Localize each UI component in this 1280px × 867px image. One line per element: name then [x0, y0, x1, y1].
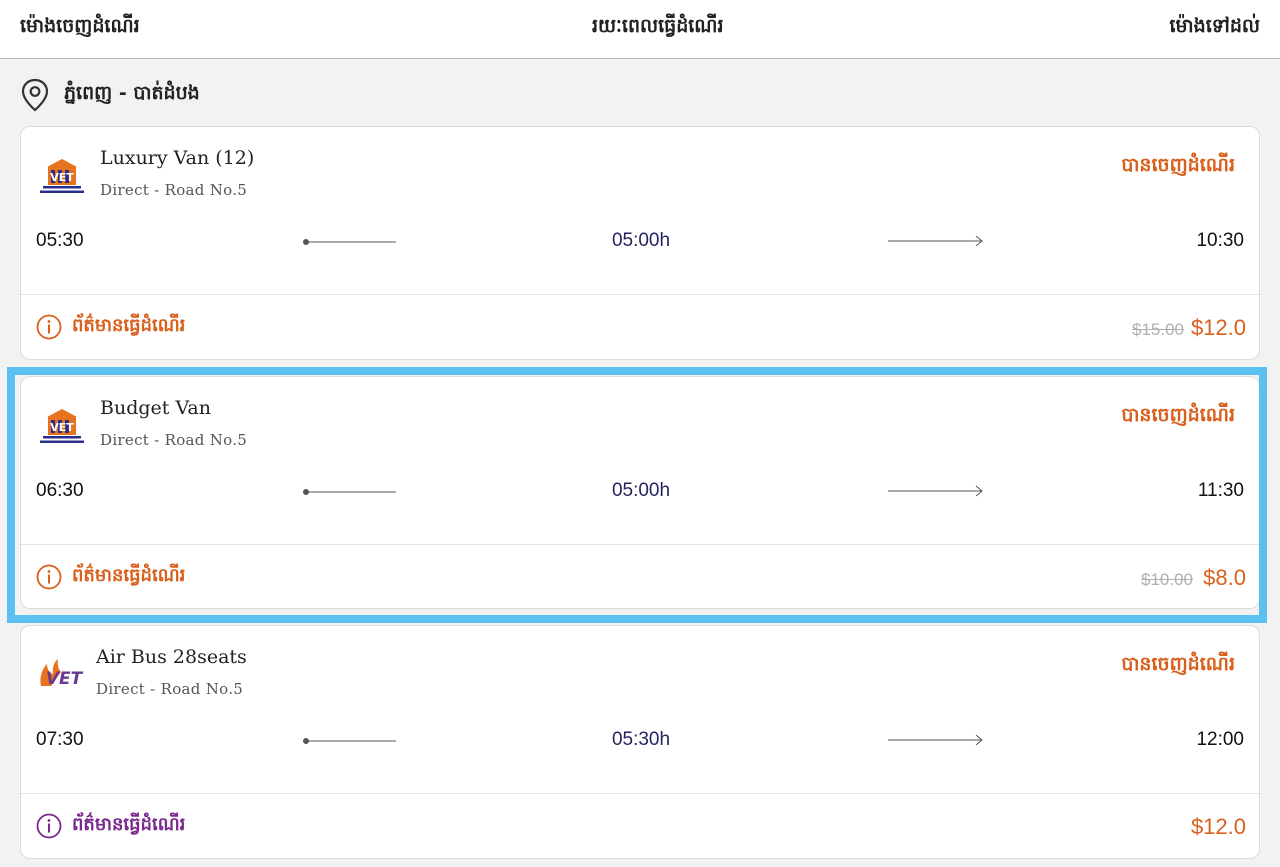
vet-building-logo: VET	[40, 409, 84, 443]
arrival-time: 12:00	[1196, 729, 1244, 750]
svg-text:VET: VET	[46, 669, 84, 689]
results-header: ម៉ោងចេញដំណើរ រយៈពេលធ្វើដំណើរ ម៉ោងទៅដល់	[0, 0, 1280, 59]
arrival-time: 11:30	[1197, 480, 1244, 501]
departure-column-header: ម៉ោងចេញដំណើរ	[20, 15, 140, 37]
info-icon	[36, 813, 62, 838]
route-title: ភ្នំពេញ - បាត់ដំបង	[20, 78, 200, 112]
trip-info-link[interactable]: ព័ត៌មានធ្វើដំណើរ	[36, 563, 185, 590]
card-divider	[21, 544, 1259, 545]
location-pin-icon	[21, 78, 49, 112]
trip-card[interactable]: VET Luxury Van (12) Direct - Road No.5 ប…	[20, 126, 1260, 360]
trip-duration: 05:30h	[611, 729, 671, 750]
trip-price: $12.0	[1190, 315, 1246, 340]
trip-info-label: ព័ត៌មានធ្វើដំណើរ	[72, 814, 186, 835]
original-price: $15.00	[1132, 320, 1184, 339]
trip-duration: 05:00h	[611, 230, 671, 251]
trip-info-link[interactable]: ព័ត៌មានធ្វើដំណើរ	[36, 812, 185, 839]
trip-route-detail: Direct - Road No.5	[100, 181, 248, 199]
trip-status: បានចេញដំណើរ	[1121, 404, 1235, 426]
card-divider	[21, 793, 1259, 794]
trip-name: Air Bus 28seats	[96, 646, 247, 668]
info-icon	[36, 314, 62, 339]
trip-price: $12.0	[1190, 814, 1246, 839]
svg-text:VET: VET	[50, 171, 74, 184]
trip-card[interactable]: VET Budget Van Direct - Road No.5 បានចេញ…	[20, 376, 1260, 609]
trip-status: បានចេញដំណើរ	[1121, 154, 1235, 176]
vet-building-logo: VET	[40, 159, 84, 193]
original-price: $10.00	[1141, 570, 1193, 589]
trip-info-label: ព័ត៌មានធ្វើដំណើរ	[72, 315, 186, 336]
info-icon	[36, 564, 62, 589]
trip-card[interactable]: VET Air Bus 28seats Direct - Road No.5 ប…	[20, 625, 1260, 859]
arrival-column-header: ម៉ោងទៅដល់	[1169, 15, 1260, 37]
route-label: ភ្នំពេញ - បាត់ដំបង	[64, 82, 200, 104]
trip-route-detail: Direct - Road No.5	[96, 680, 244, 698]
arrow-right-icon	[888, 734, 983, 746]
trip-price: $8.0	[1203, 565, 1246, 590]
arrow-right-icon	[888, 235, 983, 247]
trip-info-link[interactable]: ព័ត៌មានធ្វើដំណើរ	[36, 313, 185, 340]
trip-route-detail: Direct - Road No.5	[100, 431, 248, 449]
arrow-right-icon	[888, 485, 983, 497]
arrival-time: 10:30	[1196, 230, 1244, 251]
card-divider	[21, 294, 1259, 295]
trip-name: Budget Van	[100, 397, 211, 419]
vet-airbus-logo: VET	[40, 659, 84, 689]
trip-duration: 05:00h	[611, 480, 671, 501]
duration-column-header: រយៈពេលធ្វើដំណើរ	[592, 15, 724, 37]
trip-name: Luxury Van (12)	[100, 147, 255, 169]
svg-text:VET: VET	[50, 421, 74, 434]
trip-info-label: ព័ត៌មានធ្វើដំណើរ	[72, 565, 186, 586]
trip-status: បានចេញដំណើរ	[1121, 653, 1235, 675]
